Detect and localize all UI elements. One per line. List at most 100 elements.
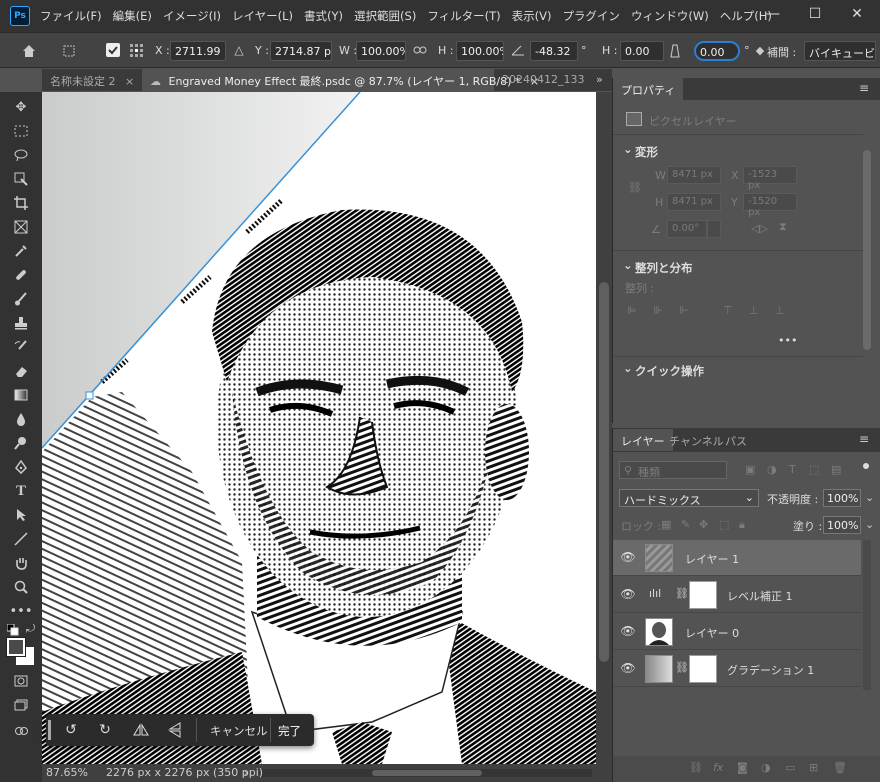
menu-window[interactable]: ウィンドウ(W) [631, 8, 709, 24]
path-selection-tool-icon[interactable] [8, 504, 34, 526]
marquee-tool-icon[interactable] [8, 120, 34, 142]
mask-link-icon[interactable]: ⛓ [675, 661, 689, 674]
blur-tool-icon[interactable] [8, 408, 34, 430]
gradient-tool-icon[interactable] [8, 384, 34, 406]
layer-name[interactable]: グラデーション 1 [727, 662, 814, 678]
eyedropper-tool-icon[interactable] [8, 240, 34, 262]
reference-point-grid-icon[interactable] [128, 42, 146, 60]
zoom-tool-icon[interactable] [8, 576, 34, 598]
skew-v-input[interactable]: 0.00 [694, 41, 740, 61]
prop-angle-input[interactable]: 0.00° [667, 220, 707, 238]
layer-row-layer-1[interactable]: 👁︎ レイヤー 1 [613, 540, 861, 576]
transform-collapse-icon[interactable]: ⌄ [623, 142, 633, 156]
layer-mask-thumbnail[interactable] [689, 581, 717, 609]
visibility-eye-icon[interactable]: 👁︎ [620, 550, 635, 564]
home-icon[interactable] [18, 41, 40, 61]
brush-tool-icon[interactable] [8, 288, 34, 310]
new-layer-icon[interactable]: ⊞ [809, 761, 818, 774]
prop-y-input[interactable]: -1520 px [743, 193, 797, 218]
visibility-eye-icon[interactable]: 👁︎ [620, 624, 635, 638]
align-bottom-icon[interactable]: ⊥ [775, 304, 785, 317]
filter-smart-icon[interactable]: ▤ [831, 463, 841, 476]
prop-x-input[interactable]: -1523 px [743, 166, 797, 191]
close-icon[interactable]: × [125, 75, 134, 88]
frame-tool-icon[interactable] [8, 216, 34, 238]
hand-tool-icon[interactable] [8, 552, 34, 574]
filter-pixel-icon[interactable]: ▣ [745, 463, 755, 476]
layers-scrollbar[interactable] [863, 540, 871, 690]
vertical-scrollbar[interactable] [596, 92, 612, 764]
filter-toggle-icon[interactable] [863, 463, 869, 469]
filter-type-icon[interactable]: T [789, 463, 796, 476]
rotate-left-icon[interactable]: ↺ [60, 720, 82, 740]
tab-paths[interactable]: パス [717, 429, 755, 451]
w-input[interactable]: 100.00% [356, 41, 406, 61]
layer-name[interactable]: レベル補正 1 [727, 588, 793, 604]
prop-h-input[interactable]: 8471 px [667, 193, 721, 211]
menu-select[interactable]: 選択範囲(S) [354, 8, 416, 24]
align-left-icon[interactable]: ⊫ [627, 304, 637, 317]
healing-brush-tool-icon[interactable] [8, 264, 34, 286]
status-menu-arrow[interactable]: › [244, 766, 248, 779]
menu-image[interactable]: イメージ(I) [163, 8, 221, 24]
history-brush-tool-icon[interactable] [8, 336, 34, 358]
layer-name[interactable]: レイヤー 1 [685, 551, 739, 567]
tab-20240412[interactable]: 20240412_133 [494, 69, 594, 91]
flip-vertical-icon[interactable] [164, 720, 186, 740]
maximize-button[interactable]: ☐ [796, 0, 834, 28]
crop-tool-icon[interactable] [8, 192, 34, 214]
layer-style-icon[interactable]: fx [713, 761, 723, 774]
menu-edit[interactable]: 編集(E) [113, 8, 152, 24]
object-select-tool-icon[interactable] [8, 168, 34, 190]
mask-link-icon[interactable]: ⛓ [675, 587, 689, 600]
layer-filter-select[interactable]: ⚲ 種類 [619, 461, 727, 479]
tab-engraved-money[interactable]: ☁ Engraved Money Effect 最終.psdc @ 87.7% … [142, 69, 539, 91]
menu-file[interactable]: ファイル(F) [40, 8, 102, 24]
link-layers-icon[interactable]: ⛓ [689, 761, 703, 774]
tab-untitled-2[interactable]: 名称未設定 2 × [42, 69, 142, 91]
link-icon[interactable] [412, 43, 428, 57]
layer-row-layer-0[interactable]: 👁︎ レイヤー 0 [613, 614, 861, 650]
horizontal-scrollbar[interactable] [262, 769, 592, 777]
document-canvas[interactable] [42, 92, 596, 764]
new-group-icon[interactable]: ▭ [785, 761, 795, 774]
panel-menu-icon[interactable]: ≡ [859, 432, 869, 446]
angle-dropdown[interactable] [707, 220, 721, 238]
quick-mask-icon[interactable] [8, 670, 34, 692]
move-tool-icon[interactable]: ✥ [8, 96, 34, 118]
fill-dropdown-icon[interactable]: ⌄ [865, 518, 874, 531]
visibility-eye-icon[interactable]: 👁︎ [620, 587, 635, 601]
panel-menu-icon[interactable]: ≡ [859, 81, 869, 95]
close-window-button[interactable]: ✕ [838, 0, 876, 28]
menu-plugins[interactable]: プラグイン [562, 8, 620, 24]
screen-mode-icon[interactable] [8, 694, 34, 716]
swap-colors-icon[interactable]: ⤾ [26, 622, 35, 636]
pen-tool-icon[interactable] [8, 456, 34, 478]
menu-type[interactable]: 書式(Y) [304, 8, 343, 24]
lock-all-icon[interactable]: 🔒︎ [739, 518, 745, 532]
align-top-icon[interactable]: ⊤ [723, 304, 733, 317]
more-tools-icon[interactable]: ••• [8, 600, 34, 622]
prop-w-input[interactable]: 8471 px [667, 166, 721, 184]
flip-h-icon[interactable]: ◁▷ [751, 222, 768, 235]
minimize-button[interactable]: — [754, 0, 792, 28]
adjustment-layer-icon[interactable]: ◑ [761, 761, 771, 774]
skew-h-input[interactable]: 0.00 [620, 41, 664, 61]
menu-filter[interactable]: フィルター(T) [427, 8, 500, 24]
lock-artboard-icon[interactable]: ⬚ [719, 518, 729, 531]
dodge-tool-icon[interactable] [8, 432, 34, 454]
menu-layer[interactable]: レイヤー(L) [232, 8, 293, 24]
relative-position-icon[interactable]: △ [232, 43, 246, 57]
x-input[interactable]: 2711.99 px [170, 41, 226, 61]
properties-scroll-thumb[interactable] [863, 150, 871, 350]
y-input[interactable]: 2714.87 px [270, 41, 332, 61]
visibility-eye-icon[interactable]: 👁︎ [620, 661, 635, 675]
reference-point-checkbox[interactable] [106, 43, 120, 57]
layer-name[interactable]: レイヤー 0 [685, 625, 739, 641]
zoom-level[interactable]: 87.65% [46, 766, 88, 779]
layer-mask-thumbnail[interactable] [689, 655, 717, 683]
transform-tool-icon[interactable] [58, 41, 80, 61]
lock-transparent-icon[interactable]: ▦ [661, 518, 671, 531]
tab-properties[interactable]: プロパティ [613, 78, 684, 100]
layer-row-gradient-1[interactable]: 👁︎ ⛓ グラデーション 1 [613, 651, 861, 687]
